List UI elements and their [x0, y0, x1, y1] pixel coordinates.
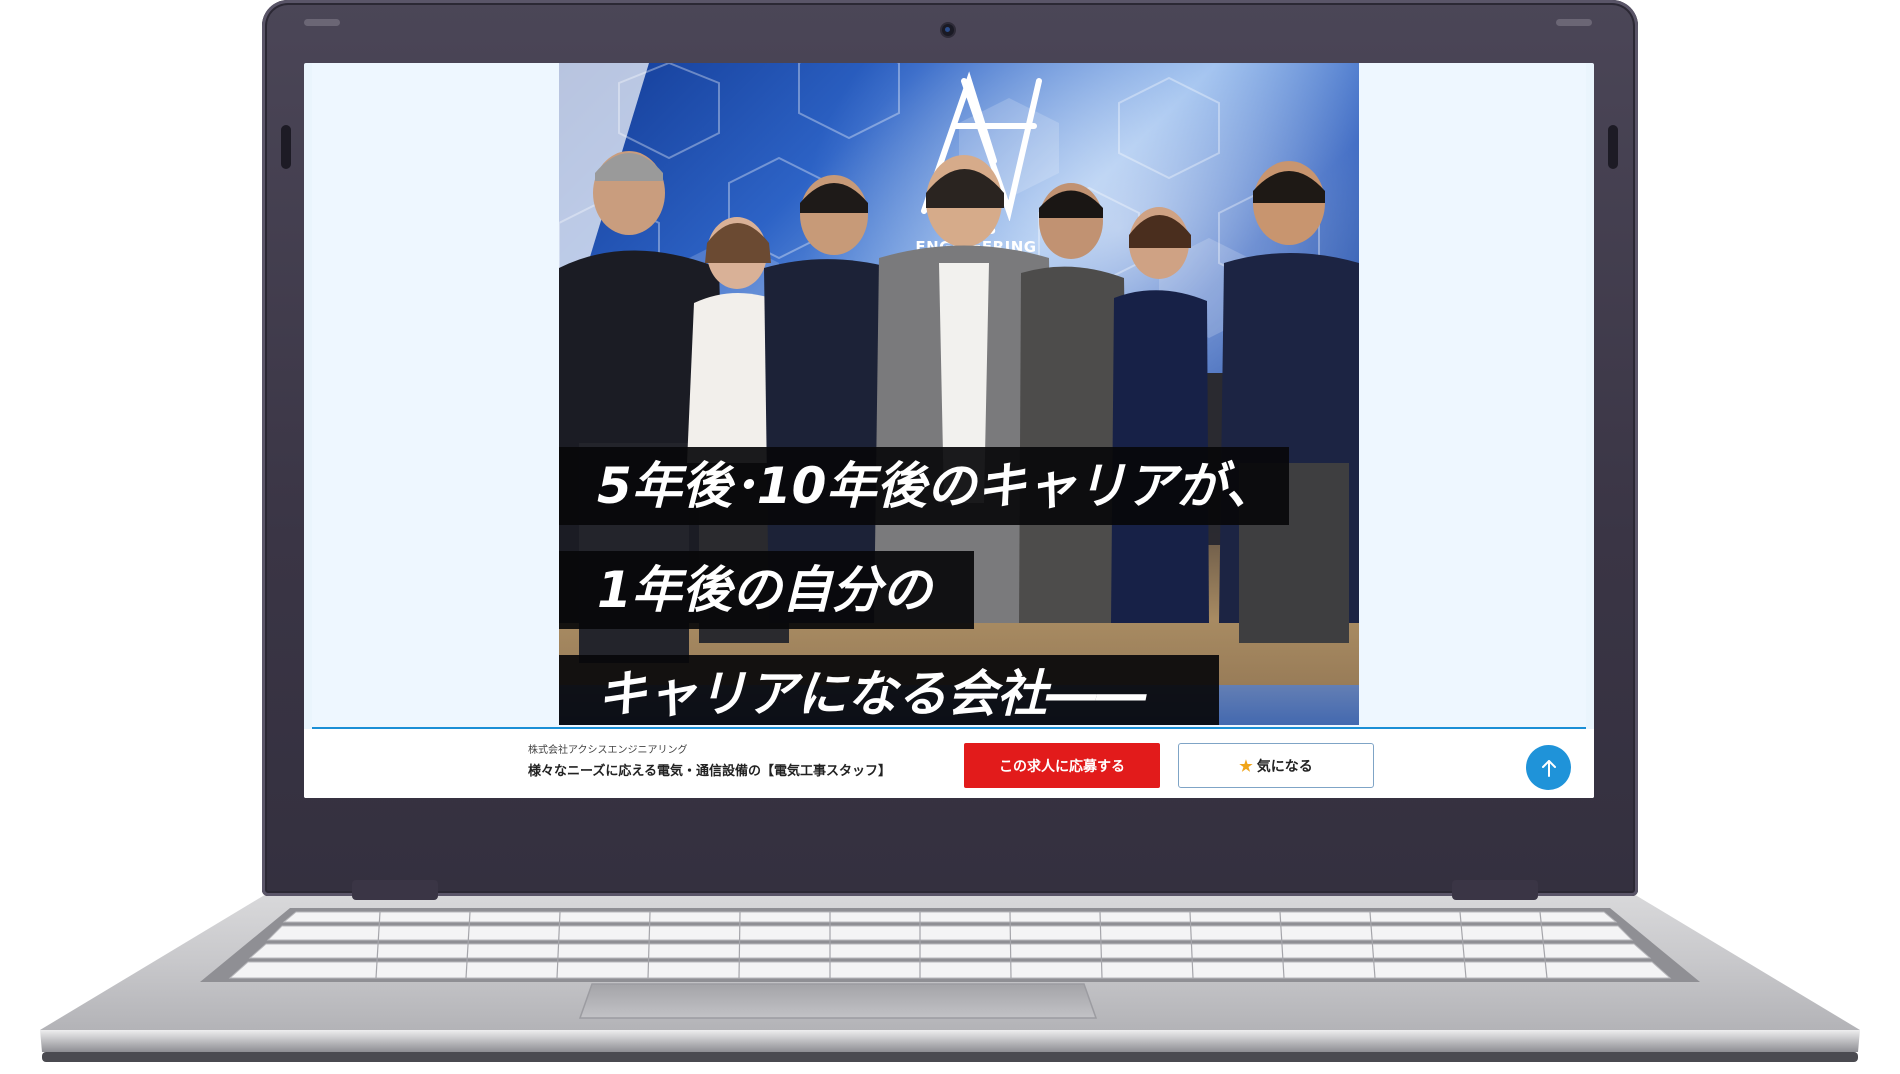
hero-caption-line-3: キャリアになる会社――: [559, 655, 1219, 725]
arrow-up-icon: [1541, 759, 1556, 777]
star-icon: ★: [1239, 757, 1253, 775]
favorite-button[interactable]: ★ 気になる: [1178, 743, 1374, 788]
hero-image: AXIS ENGINEERING: [559, 63, 1359, 725]
page-background: AXIS ENGINEERING: [312, 63, 1586, 727]
webcam-icon: [942, 24, 954, 36]
speaker-grille: [1608, 125, 1618, 169]
hinge: [352, 880, 438, 900]
hero-caption-line-1: 5年後･10年後のキャリアが、: [559, 447, 1289, 525]
hero-caption-line-2: 1年後の自分の: [559, 551, 974, 629]
apply-button[interactable]: この求人に応募する: [964, 743, 1160, 788]
sticky-apply-bar: 株式会社アクシスエンジニアリング 様々なニーズに応える電気・通信設備の【電気工事…: [304, 729, 1594, 798]
favorite-label: 気になる: [1256, 757, 1313, 774]
laptop-screen: AXIS ENGINEERING: [304, 63, 1594, 798]
speaker-grille: [281, 125, 291, 169]
job-title[interactable]: 様々なニーズに応える電気・通信設備の【電気工事スタッフ】: [528, 760, 891, 779]
company-name: 株式会社アクシスエンジニアリング: [528, 745, 688, 756]
scroll-top-button[interactable]: [1526, 745, 1571, 790]
lid-notch: [304, 19, 340, 26]
lid-notch: [1556, 19, 1592, 26]
person-silhouette: [1219, 161, 1359, 643]
person-silhouette: [1111, 207, 1209, 623]
hinge: [1452, 880, 1538, 900]
